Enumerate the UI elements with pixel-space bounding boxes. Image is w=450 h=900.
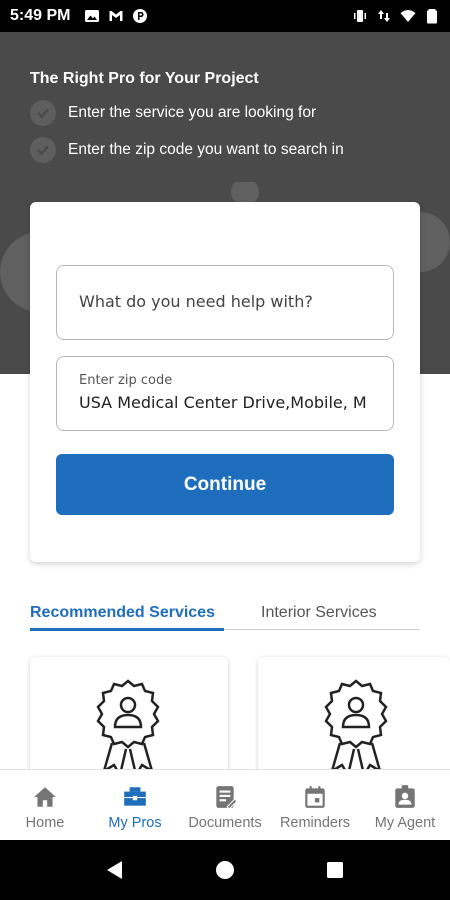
active-tab-indicator [30,628,224,631]
nav-my-pros[interactable]: My Pros [90,770,180,840]
search-form-card: Enter zip code USA Medical Center Drive,… [30,202,420,562]
zip-field[interactable]: Enter zip code USA Medical Center Drive,… [56,356,394,431]
tab-interior-services[interactable]: Interior Services [261,604,377,622]
vibrate-icon [354,10,366,22]
gmail-icon [109,11,123,21]
system-navigation-bar [0,840,450,900]
nav-label: Reminders [279,815,351,831]
hero-step-label: Enter the service you are looking for [68,104,317,121]
status-bar: 5:49 PM [0,0,450,32]
home-icon [34,787,56,807]
service-input[interactable] [79,292,379,311]
hero-step-label: Enter the zip code you want to search in [68,141,344,158]
nav-my-agent[interactable]: My Agent [360,770,450,840]
hero-title: The Right Pro for Your Project [30,70,259,87]
zip-field-label: Enter zip code [79,373,173,388]
back-icon[interactable] [104,859,126,881]
nav-label: My Pros [108,815,162,831]
continue-button[interactable]: Continue [56,454,394,515]
certified-pro-icon [96,679,160,779]
service-field[interactable] [56,265,394,340]
agent-badge-icon [395,785,415,808]
tab-recommended-services[interactable]: Recommended Services [30,604,215,622]
calendar-icon [305,786,325,808]
zip-input[interactable]: USA Medical Center Drive,Mobile, M [79,393,375,412]
notification-icons [84,8,148,24]
nav-documents[interactable]: Documents [180,770,270,840]
document-icon [216,786,238,810]
home-circle-icon[interactable] [214,859,236,881]
status-time: 5:49 PM [10,7,71,24]
data-arrows-icon [378,10,390,22]
toolbox-icon [124,787,146,806]
recents-icon[interactable] [324,859,346,881]
nav-label: My Agent [374,815,436,831]
nav-home[interactable]: Home [0,770,90,840]
system-icons [352,8,440,24]
nav-label: Documents [188,815,262,831]
certified-pro-icon [324,679,388,779]
p-app-icon [133,9,148,23]
check-icon [30,100,56,126]
image-icon [85,10,100,22]
service-card[interactable] [258,657,450,787]
wifi-icon [400,10,416,22]
nav-label: Home [25,815,65,831]
hero-step-zip: Enter the zip code you want to search in [30,137,344,163]
hero-step-service: Enter the service you are looking for [30,100,316,126]
check-icon [30,137,56,163]
bottom-navigation: Home My Pros Documents Reminders My Agen… [0,769,450,840]
service-card[interactable] [30,657,228,787]
nav-reminders[interactable]: Reminders [270,770,360,840]
battery-icon [427,9,437,24]
services-tabs: Recommended Services Interior Services [30,600,420,631]
